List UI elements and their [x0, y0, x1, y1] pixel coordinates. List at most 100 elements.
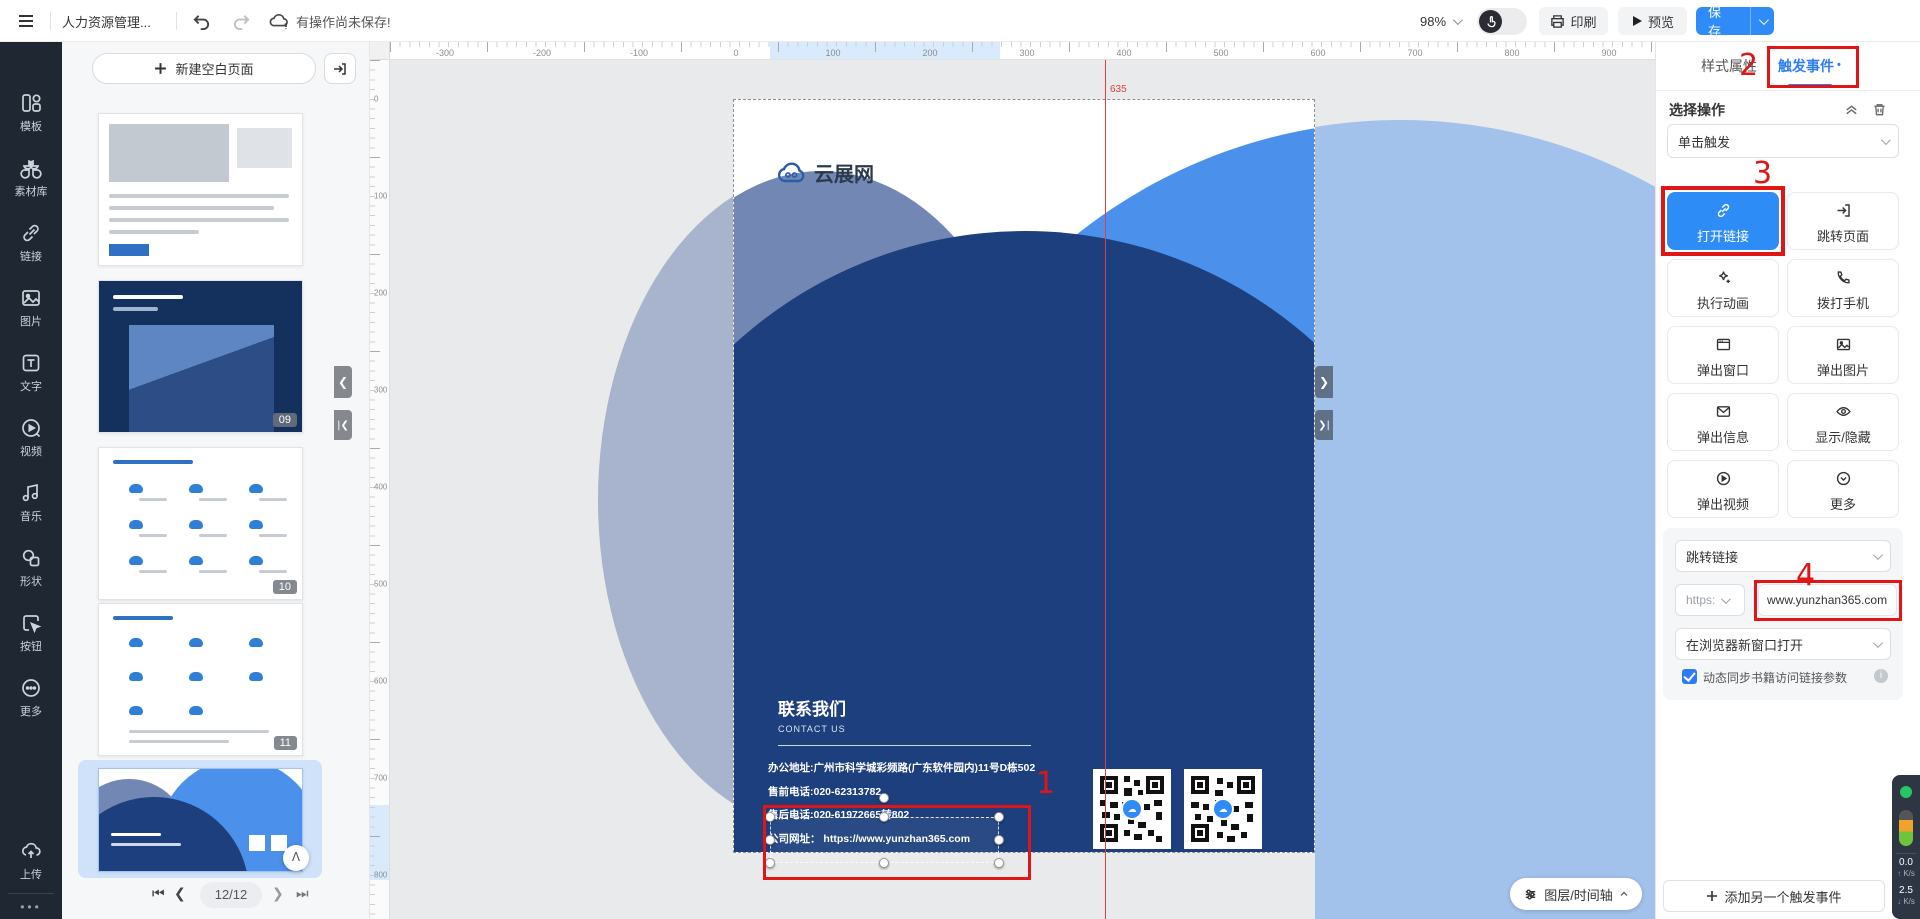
- add-trigger-button[interactable]: 添加另一个触发事件: [1663, 880, 1885, 912]
- thumb-photo: [129, 325, 274, 433]
- last-page-icon[interactable]: ⏭: [296, 886, 309, 902]
- annotation-box-1: [763, 805, 1031, 880]
- guide-position-label: 635: [1110, 84, 1127, 95]
- action-show-hide[interactable]: 显示/隐藏: [1787, 393, 1899, 451]
- action-popup-message[interactable]: 弹出信息: [1667, 393, 1779, 451]
- open-mode-select[interactable]: 在浏览器新窗口打开: [1675, 628, 1891, 660]
- network-monitor-widget[interactable]: 0.0 ↑ K/s 2.5 ↓ K/s: [1892, 775, 1920, 919]
- action-jump-page[interactable]: 跳转页面: [1787, 192, 1899, 250]
- touch-mode-toggle[interactable]: [1477, 8, 1527, 35]
- next-page-icon[interactable]: ❯: [272, 886, 284, 902]
- document-title[interactable]: 人力资源管理...: [62, 0, 151, 42]
- selection-handle[interactable]: [879, 793, 889, 803]
- contact-address[interactable]: 办公地址:广州市科学城彩频路(广东软件园内)11号D栋502: [768, 760, 1035, 775]
- page-thumbnails-panel: 新建空白页面 09: [62, 42, 370, 919]
- print-button[interactable]: 印刷: [1539, 7, 1608, 35]
- thumb-photo: [109, 124, 229, 182]
- page-thumbnail[interactable]: 11: [98, 603, 303, 756]
- annotation-number-1: 1: [1036, 766, 1055, 801]
- offpage-shape-left: [598, 60, 733, 919]
- protocol-select[interactable]: https:: [1675, 584, 1745, 616]
- thumb-qr: [249, 835, 265, 851]
- cloud-unsaved-icon: [268, 0, 290, 42]
- mail-icon: [1715, 403, 1732, 420]
- qr-center-logo: ☁: [1121, 798, 1143, 820]
- sidebar-item-image[interactable]: 图片: [0, 287, 62, 329]
- preview-button[interactable]: 预览: [1618, 7, 1687, 35]
- redo-icon[interactable]: [232, 0, 251, 42]
- sidebar-item-text[interactable]: 文字: [0, 352, 62, 394]
- layers-timeline-button[interactable]: 图层/时间轴: [1510, 878, 1642, 910]
- sidebar-overflow-dots[interactable]: •••: [0, 900, 62, 914]
- thumb-accent: [109, 244, 149, 256]
- contact-phone-presale[interactable]: 售前电话:020-62313782: [768, 784, 881, 799]
- upload-speed-value: 0.0: [1892, 857, 1920, 868]
- page-artboard[interactable]: 云展网 联系我们 CONTACT US 办公地址:广州市科学城彩频路(广东软件园…: [733, 99, 1315, 853]
- page-thumbnail[interactable]: 09: [98, 280, 303, 433]
- guide-line[interactable]: [1105, 60, 1106, 919]
- sidebar-item-assets[interactable]: 素材库: [0, 157, 62, 199]
- brand-logo[interactable]: 云展网: [778, 158, 874, 187]
- sidebar-item-more[interactable]: 更多: [0, 677, 62, 719]
- annotation-number-2: 2: [1739, 48, 1758, 83]
- contact-subtitle[interactable]: CONTACT US: [778, 724, 846, 734]
- last-page-handle-icon[interactable]: ❯|: [1315, 410, 1333, 440]
- hamburger-menu-icon[interactable]: [16, 0, 36, 42]
- qr-center-logo: ☁: [1212, 798, 1234, 820]
- undo-icon[interactable]: [192, 0, 211, 42]
- zoom-level[interactable]: 98%: [1420, 0, 1460, 42]
- page-counter[interactable]: 12/12: [200, 882, 262, 908]
- vertical-ruler: 0 100 200 300 400 500 600 700 800: [370, 60, 390, 919]
- page-thumbnail[interactable]: [98, 113, 303, 266]
- next-page-handle-icon[interactable]: ❯: [1315, 366, 1333, 398]
- cloud-logo-icon: [778, 162, 806, 184]
- offpage-shape-right: [1315, 60, 1655, 919]
- page-number-badge: 10: [273, 580, 297, 594]
- prev-page-handle-icon[interactable]: ❮: [334, 366, 352, 398]
- unsaved-status-text: 有操作尚未保存!: [296, 0, 391, 42]
- new-blank-page-button[interactable]: 新建空白页面: [92, 53, 316, 84]
- action-popup-video[interactable]: 弹出视频: [1667, 460, 1779, 518]
- divider: [176, 12, 177, 30]
- sidebar-item-button[interactable]: 按钮: [0, 612, 62, 654]
- save-split-button[interactable]: 保存: [1696, 7, 1774, 35]
- sidebar-item-video[interactable]: 视频: [0, 417, 62, 459]
- qr-code[interactable]: ☁: [1184, 769, 1262, 849]
- design-canvas[interactable]: 云展网 联系我们 CONTACT US 办公地址:广州市科学城彩频路(广东软件园…: [390, 60, 1655, 919]
- link-type-select[interactable]: 跳转链接: [1675, 540, 1891, 572]
- sidebar-item-template[interactable]: 模板: [0, 92, 62, 134]
- sidebar-item-upload[interactable]: 上传: [0, 840, 62, 882]
- page-number-badge: 11: [274, 736, 297, 750]
- trigger-type-select[interactable]: 单击触发: [1667, 124, 1899, 158]
- jump-page-icon: [1835, 202, 1852, 219]
- delete-trigger-icon[interactable]: [1872, 102, 1887, 122]
- page-thumbnail[interactable]: 10: [98, 447, 303, 600]
- layers-icon: [1523, 887, 1538, 902]
- action-popup-window[interactable]: 弹出窗口: [1667, 326, 1779, 384]
- page-thumbnail-selected[interactable]: [98, 768, 303, 872]
- sidebar-item-link[interactable]: 链接: [0, 222, 62, 264]
- action-run-animation[interactable]: 执行动画: [1667, 259, 1779, 317]
- app-window: 人力资源管理... 有操作尚未保存! 98% 印刷 预览 保存: [0, 0, 1920, 919]
- action-popup-image[interactable]: 弹出图片: [1787, 326, 1899, 384]
- first-page-icon[interactable]: ⏮: [152, 886, 165, 902]
- annotation-box-4: [1754, 580, 1902, 621]
- prev-page-icon[interactable]: ❮: [174, 886, 186, 902]
- import-pages-button[interactable]: [324, 53, 356, 84]
- save-button[interactable]: 保存: [1696, 7, 1745, 35]
- collapse-section-icon[interactable]: [1844, 102, 1859, 122]
- save-options-chevron-icon[interactable]: [1750, 7, 1774, 35]
- info-icon[interactable]: i: [1874, 669, 1888, 683]
- sidebar-item-music[interactable]: 音乐: [0, 482, 62, 524]
- first-page-handle-icon[interactable]: |❮: [334, 410, 352, 440]
- sidebar-item-shapes[interactable]: 形状: [0, 547, 62, 589]
- ruler-corner: [370, 42, 390, 60]
- sync-params-checkbox[interactable]: [1682, 669, 1697, 684]
- contact-title[interactable]: 联系我们: [778, 695, 846, 720]
- annotation-box-2: [1767, 46, 1859, 88]
- collapse-thumbnail-chevron-icon[interactable]: ᐱ: [283, 845, 309, 871]
- chevron-circle-icon: [1835, 470, 1852, 487]
- action-more[interactable]: 更多: [1787, 460, 1899, 518]
- page-number-badge: 09: [273, 413, 297, 427]
- action-dial-phone[interactable]: 拨打手机: [1787, 259, 1899, 317]
